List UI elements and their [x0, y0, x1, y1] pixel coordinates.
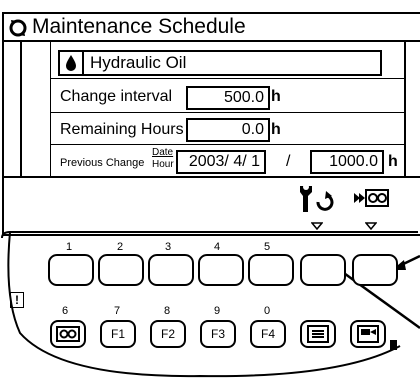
- previous-change-separator: /: [286, 153, 291, 170]
- key-number-5: 5: [264, 241, 271, 253]
- monitor-icon: [56, 326, 80, 342]
- warning-symbol: !: [15, 293, 19, 307]
- key-5[interactable]: [248, 254, 294, 286]
- previous-change-label: Previous Change: [60, 157, 145, 169]
- key-number-7: 7: [114, 305, 121, 317]
- key-number-2: 2: [117, 241, 124, 253]
- previous-change-date-label: Date: [152, 147, 174, 158]
- key-number-6: 6: [62, 305, 69, 317]
- menu-key[interactable]: [300, 320, 336, 348]
- item-name-box: Hydraulic Oil: [82, 50, 382, 76]
- softkey-button-1[interactable]: [300, 254, 346, 286]
- softkey-maintenance-reset[interactable]: [296, 182, 334, 214]
- interval-divider: [51, 112, 404, 113]
- screen-switch-icon: [357, 325, 379, 343]
- go-to-next-screen-icon: [354, 189, 389, 207]
- previous-change-hour-label: Hour: [152, 159, 174, 170]
- key-number-8: 8: [164, 305, 171, 317]
- key-number-9: 9: [214, 305, 221, 317]
- softkey-next-screen[interactable]: [352, 184, 390, 212]
- remaining-divider: [51, 144, 404, 145]
- previous-change-hour-field: 1000.0: [310, 150, 384, 174]
- previous-change-date: 2003/ 4/ 1: [188, 153, 260, 170]
- page-title: Maintenance Schedule: [32, 15, 246, 38]
- f3-key[interactable]: F3: [200, 320, 236, 348]
- change-interval-label: Change interval: [60, 88, 173, 105]
- key-4[interactable]: [198, 254, 244, 286]
- menu-list-icon: [307, 325, 329, 343]
- content-left-border: [20, 42, 22, 178]
- softkey-button-2[interactable]: [352, 254, 398, 286]
- content-bottom-divider: [2, 176, 420, 178]
- remaining-hours-label: Remaining Hours: [60, 121, 184, 138]
- key-number-4: 4: [214, 241, 221, 253]
- title-divider: [2, 40, 420, 42]
- key-2[interactable]: [98, 254, 144, 286]
- item-name: Hydraulic Oil: [90, 53, 187, 72]
- change-interval-field: 500.0: [186, 86, 270, 110]
- previous-change-hour: 1000.0: [329, 153, 378, 170]
- previous-change-unit: h: [388, 153, 398, 170]
- remaining-hours-field: 0.0: [186, 118, 270, 142]
- key-number-0: 0: [264, 305, 271, 317]
- small-indicator: [390, 340, 397, 350]
- content-right-border: [404, 42, 406, 178]
- wrench-reset-icon: [300, 184, 334, 212]
- remaining-hours-value: 0.0: [241, 121, 264, 138]
- content-left-border-2: [50, 42, 51, 176]
- title-bar: Maintenance Schedule: [2, 14, 420, 40]
- warning-indicator: !: [10, 292, 24, 308]
- keypad-housing: [1, 231, 420, 378]
- refresh-icon: [9, 19, 27, 37]
- previous-change-date-field: 2003/ 4/ 1: [176, 150, 266, 174]
- item-icon-box: [58, 50, 84, 76]
- change-interval-unit: h: [271, 88, 281, 105]
- f4-key[interactable]: F4: [250, 320, 286, 348]
- monitor-key[interactable]: [50, 320, 86, 348]
- key-number-3: 3: [165, 241, 172, 253]
- f1-key[interactable]: F1: [100, 320, 136, 348]
- change-interval-value: 500.0: [223, 89, 264, 106]
- screen-select-key[interactable]: [350, 320, 386, 348]
- f2-key[interactable]: F2: [150, 320, 186, 348]
- item-divider: [51, 78, 404, 79]
- key-1[interactable]: [48, 254, 94, 286]
- remaining-hours-unit: h: [271, 121, 281, 138]
- key-number-1: 1: [66, 241, 73, 253]
- oil-drop-icon: [66, 55, 76, 71]
- key-3[interactable]: [148, 254, 194, 286]
